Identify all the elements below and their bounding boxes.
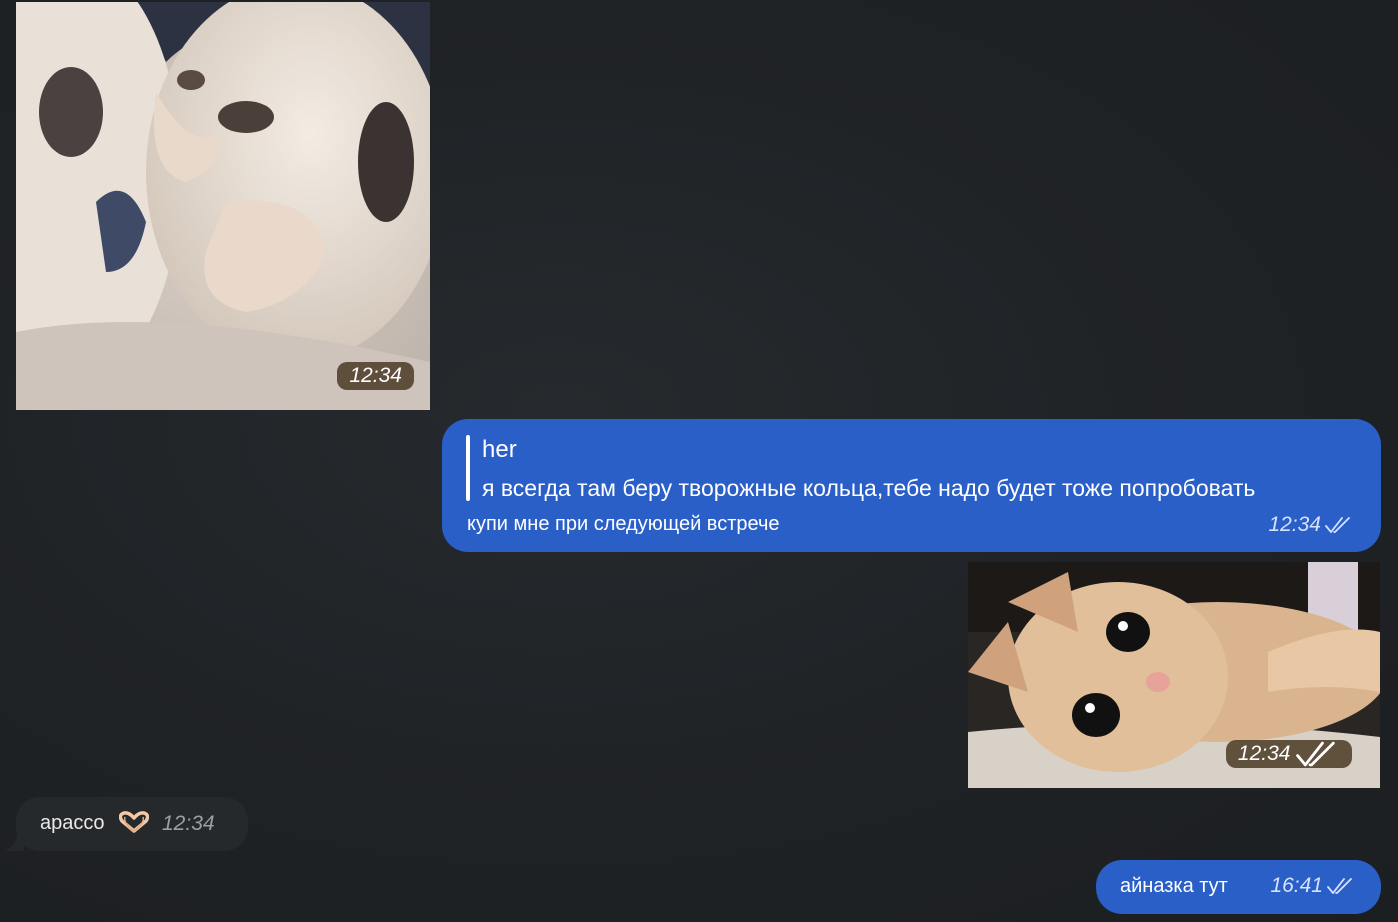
kittens-photo-time: 12:34	[337, 362, 414, 390]
message-meta: 16:41	[1270, 874, 1355, 898]
message-time: 12:34	[1268, 513, 1321, 536]
message-text: айназка тут	[1120, 875, 1228, 897]
message-text: купи мне при следующей встрече	[467, 513, 780, 535]
double-check-icon	[1296, 741, 1336, 767]
reply-quoted-text[interactable]: я всегда там беру творожные кольца,тебе …	[482, 475, 1362, 502]
incoming-message-bubble[interactable]: apacco 12:34	[4, 797, 248, 851]
double-check-icon	[1325, 517, 1350, 533]
bubble-tail	[4, 831, 24, 851]
message-text: apacco	[40, 812, 105, 834]
cat-photo-time: 12:34	[1225, 740, 1352, 768]
reply-message-bubble[interactable]: her я всегда там беру творожные кольца,т…	[442, 419, 1381, 552]
message-meta: 12:34	[1268, 513, 1353, 537]
time-label: 12:34	[1237, 742, 1291, 765]
kittens-image	[16, 2, 430, 410]
kittens-photo[interactable]: 12:34	[16, 2, 430, 410]
message-time: 12:34	[162, 812, 215, 835]
reply-quoted-author[interactable]: her	[482, 436, 517, 464]
double-check-icon	[1327, 878, 1352, 894]
cat-photo[interactable]: 12:34	[968, 562, 1380, 788]
message-time: 16:41	[1270, 874, 1323, 897]
outgoing-message-bubble[interactable]: айназка тут 16:41	[1096, 860, 1381, 914]
time-label: 12:34	[349, 364, 402, 387]
reply-quote-bar	[466, 435, 470, 501]
heart-hands-icon	[119, 811, 149, 833]
chat-history[interactable]: 12:34 her я всегда там беру творожные ко…	[0, 0, 1398, 922]
